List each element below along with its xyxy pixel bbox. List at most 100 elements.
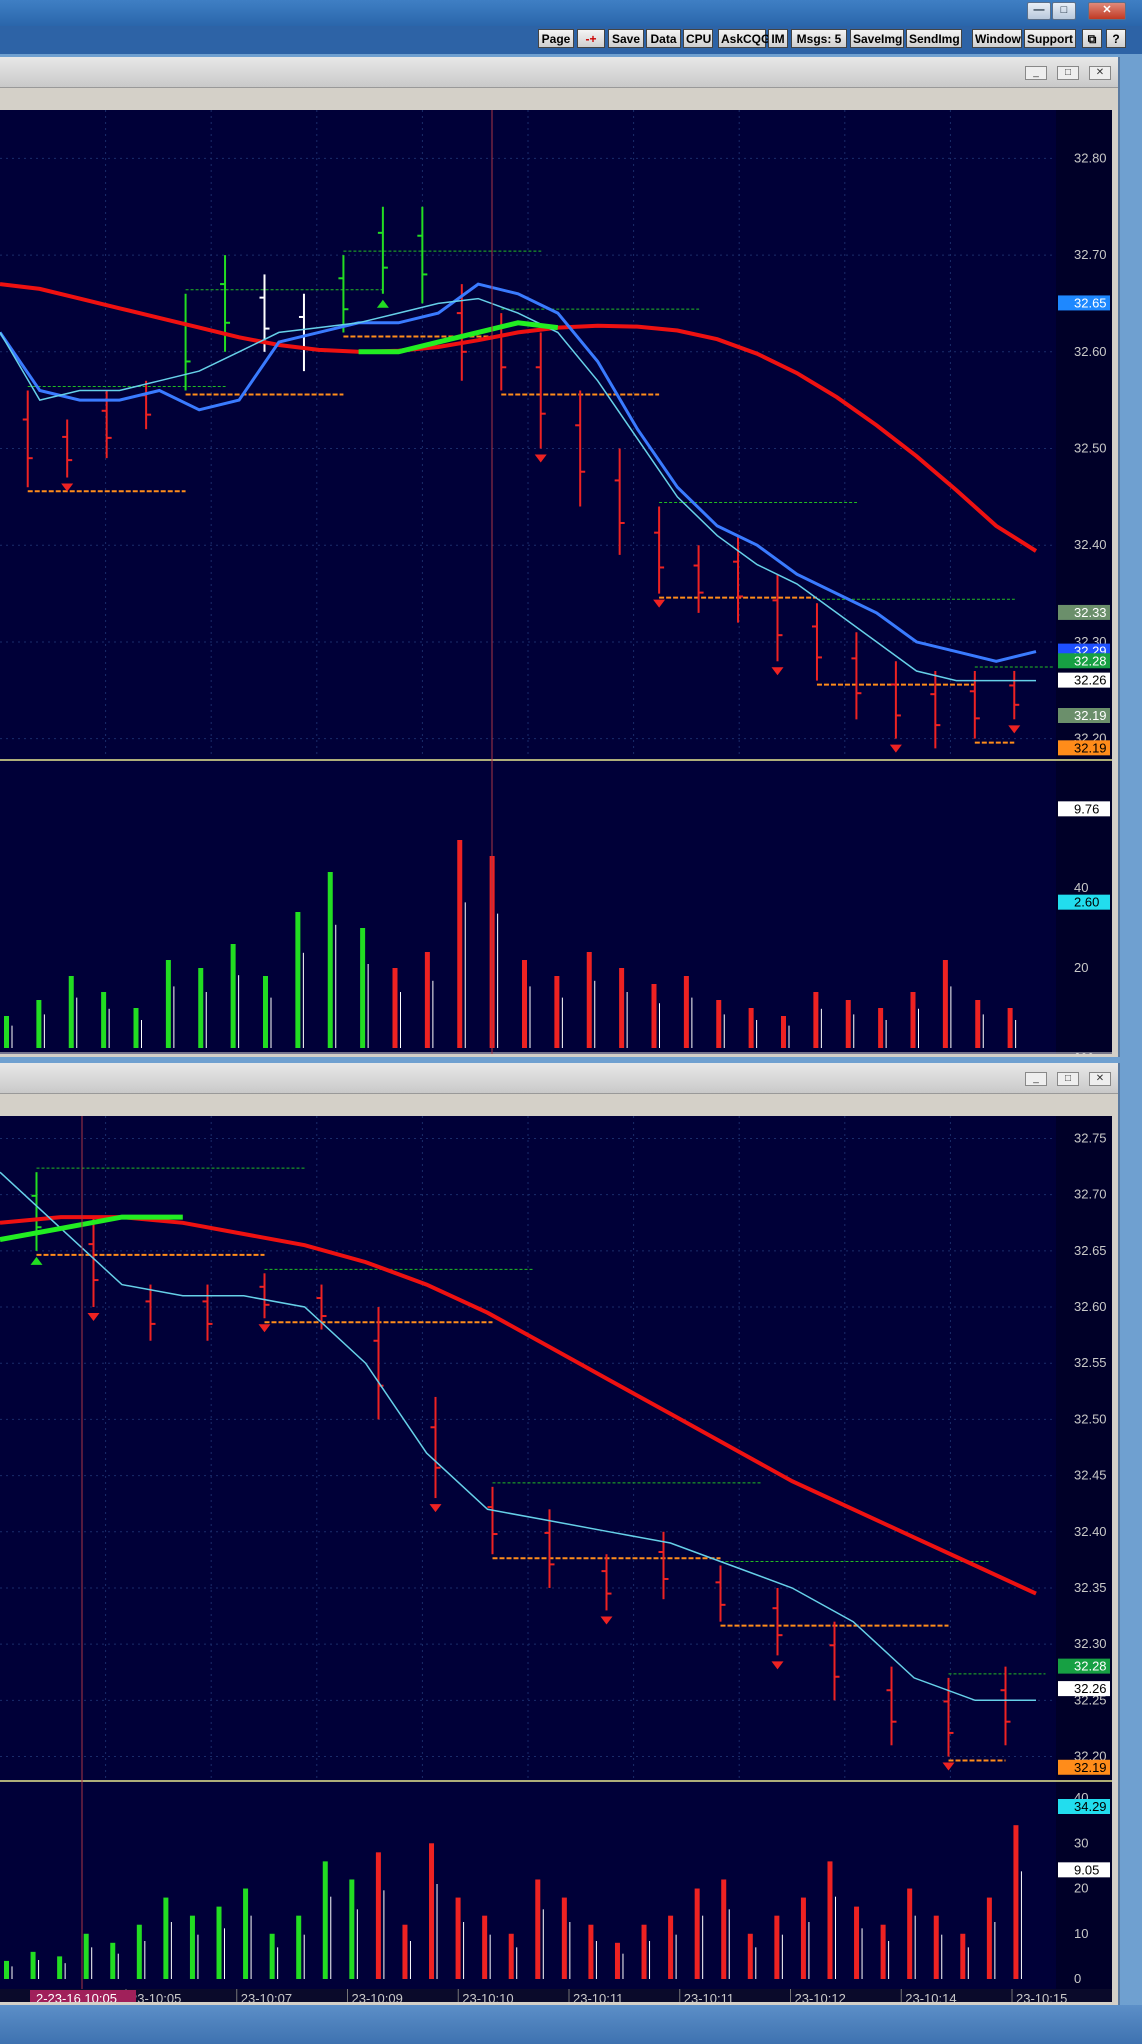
volume-bar [243,1888,249,1979]
volume-bar [392,968,398,1048]
chart-window-bottom-titlebar: _ □ ✕ [0,1063,1118,1094]
price-marker-label: 32.28 [1074,653,1107,668]
im-button[interactable]: IM [768,29,788,48]
volume-bar [165,960,171,1048]
chart-top[interactable]: 32.8032.7032.6032.5032.4032.3032.2032.65… [0,110,1118,1054]
volume-bar [457,840,463,1048]
zoom-button[interactable]: -+ [577,29,605,48]
volume-bar [327,872,333,1048]
chart-window-top-titlebar: _ □ ✕ [0,57,1118,88]
volume-bar [721,1879,727,1979]
volume-bar [845,1000,851,1048]
volume-bar [68,976,74,1048]
restore-icon[interactable]: ⧉ [1082,29,1102,48]
histogram-tick-label: 200 [1074,1051,1094,1054]
volume-bar [360,928,366,1048]
volume-bar [942,960,948,1048]
volume-bar [269,1933,275,1979]
volume-bar [402,1924,408,1979]
volume-bar [198,968,204,1048]
volume-bar [30,1951,36,1979]
time-tick-label: 23-10:07 [241,1991,292,2002]
price-tick-label: 32.40 [1074,537,1107,552]
price-tick-label: 32.35 [1074,1580,1107,1595]
chart-maximize-icon[interactable]: □ [1057,1072,1079,1086]
price-marker-label: 32.26 [1074,1681,1107,1696]
volume-bar [424,952,430,1048]
volume-bar [455,1897,461,1979]
volume-marker-label: 34.29 [1074,1799,1107,1814]
volume-bar [827,1861,833,1979]
volume-bar [535,1879,541,1979]
price-marker-label: 32.65 [1074,295,1107,310]
chart-minimize-icon[interactable]: _ [1025,66,1047,80]
volume-bar [588,1924,594,1979]
volume-bar [561,1897,567,1979]
volume-marker-label: 32.19 [1074,708,1107,723]
volume-bar [508,1933,514,1979]
volume-bar [586,952,592,1048]
volume-bar [4,1960,9,1979]
volume-bar [910,992,916,1048]
volume-bar [110,1942,116,1979]
volume-bar [683,976,689,1048]
price-tick-label: 32.80 [1074,150,1107,165]
volume-bar [747,1933,753,1979]
volume-bar [1007,1008,1013,1048]
volume-bar [641,1924,647,1979]
volume-tick-label: 10 [1074,1926,1088,1941]
price-tick-label: 32.70 [1074,247,1107,262]
support-button[interactable]: Support [1024,29,1076,48]
window-button[interactable]: Window [972,29,1022,48]
volume-bar [716,1000,722,1048]
chart-maximize-icon[interactable]: □ [1057,66,1079,80]
price-tick-label: 32.55 [1074,1355,1107,1370]
volume-bar [748,1008,754,1048]
chart-close-icon[interactable]: ✕ [1089,66,1111,80]
volume-bar [322,1861,328,1979]
time-tick-label: 23-10:05 [130,1991,181,2002]
cpu-button[interactable]: CPU [683,29,713,48]
maximize-button[interactable]: □ [1052,2,1076,20]
volume-bar [554,976,560,1048]
volume-bar [375,1852,381,1979]
volume-bar [614,1942,620,1979]
volume-bar [36,1000,42,1048]
save-button[interactable]: Save [608,29,644,48]
price-marker-label: 32.19 [1074,1760,1107,1775]
volume-bar [189,1915,195,1979]
time-tick-label: 23-10:12 [795,1991,846,2002]
askcqg-button[interactable]: AskCQG [718,29,770,48]
volume-bar [960,1933,966,1979]
volume-tick-label: 30 [1074,1835,1088,1850]
chart-minimize-icon[interactable]: _ [1025,1072,1047,1086]
time-tick-label: 23-10:15 [1016,1991,1067,2002]
page-button[interactable]: Page [538,29,574,48]
price-tick-label: 32.45 [1074,1468,1107,1483]
volume-tick-label: 0 [1074,1971,1081,1986]
chart-close-icon[interactable]: ✕ [1089,1072,1111,1086]
messages-button[interactable]: Msgs: 5 [791,29,847,48]
chart-bottom[interactable]: 32.75 32.70 32.65 32.60 32.55 32.50 32.45 32.40… [0,1116,1118,2002]
volume-bar [263,976,268,1048]
volume-bar [619,968,625,1048]
volume-tick-label: 20 [1074,960,1088,975]
volume-bar [101,992,107,1048]
close-button[interactable]: ✕ [1088,2,1126,20]
saveimg-button[interactable]: SaveImg [850,29,904,48]
sendimg-button[interactable]: SendImg [906,29,962,48]
data-button[interactable]: Data [646,29,681,48]
price-tick-label: 32.75 [1074,1130,1107,1145]
app-title-bar: — □ ✕ [0,0,1142,26]
price-tick-label: 32.60 [1074,344,1107,359]
minimize-button[interactable]: — [1027,2,1051,20]
volume-bar [4,1016,9,1048]
cursor-label: 2-23-16 10:05 [36,1991,117,2002]
volume-bar [349,1879,355,1979]
volume-bar [1013,1825,1019,1979]
volume-bar [482,1915,488,1979]
time-tick-label: 23-10:09 [352,1991,403,2002]
help-button[interactable]: ? [1106,29,1126,48]
volume-bar [800,1897,806,1979]
time-tick-label: 23-10:11 [684,1991,734,2002]
